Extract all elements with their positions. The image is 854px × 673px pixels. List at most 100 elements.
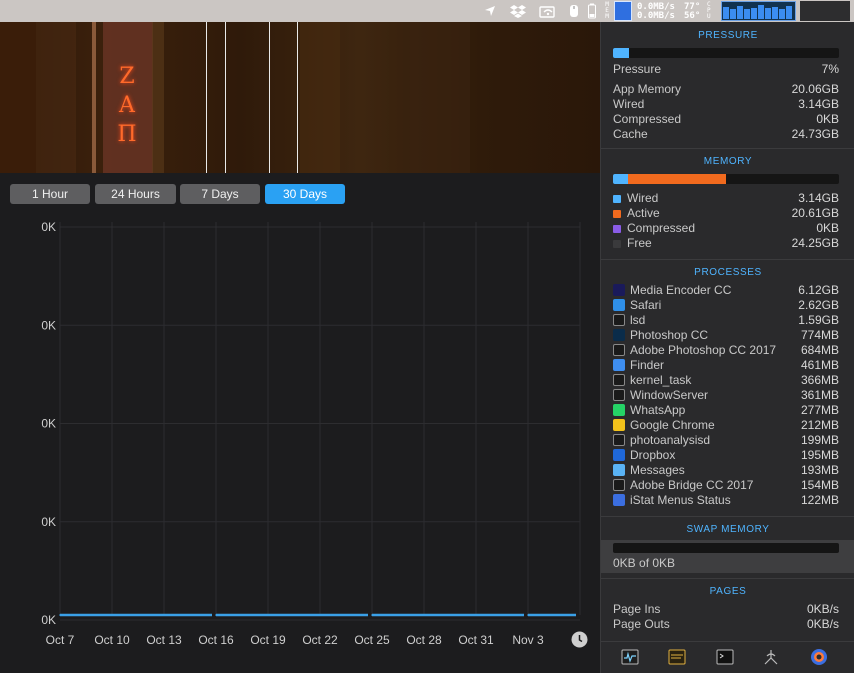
legend-swatch bbox=[613, 195, 621, 203]
cpu-graph[interactable] bbox=[721, 1, 796, 21]
process-memory: 212MB bbox=[800, 418, 839, 432]
neon-glyph: A bbox=[119, 93, 135, 118]
network-utility-icon[interactable] bbox=[762, 648, 780, 666]
data-point bbox=[163, 614, 165, 616]
process-row[interactable]: Media Encoder CC 6.12GB bbox=[613, 283, 839, 298]
temperature-2: 56° bbox=[684, 11, 701, 21]
network-download: 0.0MB/s bbox=[637, 11, 675, 21]
clock-icon[interactable] bbox=[571, 631, 588, 648]
process-memory: 6.12GB bbox=[798, 283, 839, 297]
pages-row: Page Ins 0KB/s bbox=[613, 602, 839, 617]
process-name: Dropbox bbox=[630, 448, 676, 462]
process-name: WindowServer bbox=[630, 388, 709, 402]
process-memory: 122MB bbox=[800, 493, 839, 507]
process-row[interactable]: Adobe Bridge CC 2017 154MB bbox=[613, 478, 839, 493]
network-speed[interactable]: 0.0MB/s 0.0MB/s bbox=[637, 3, 675, 21]
range-24-hours-button[interactable]: 24 Hours bbox=[95, 184, 176, 204]
memory-row-label: Active bbox=[627, 206, 660, 220]
cpu-core-bar bbox=[744, 9, 750, 19]
pressure-row-value: 3.14GB bbox=[798, 97, 839, 111]
memory-title: MEMORY bbox=[703, 156, 753, 167]
dropbox-icon[interactable] bbox=[508, 0, 528, 22]
process-name: Media Encoder CC bbox=[630, 283, 732, 297]
x-tick-label: Oct 7 bbox=[46, 633, 75, 647]
range-1-hour-button[interactable]: 1 Hour bbox=[10, 184, 90, 204]
process-row[interactable]: iStat Menus Status 122MB bbox=[613, 493, 839, 508]
process-row[interactable]: lsd 1.59GB bbox=[613, 313, 839, 328]
swap-usage-text: 0KB of 0KB bbox=[613, 556, 676, 570]
range-30-days-button[interactable]: 30 Days bbox=[265, 184, 345, 204]
process-memory: 774MB bbox=[800, 328, 839, 342]
cpu-core-bar bbox=[758, 5, 764, 19]
process-name: photoanalysisd bbox=[630, 433, 711, 447]
process-row[interactable]: Photoshop CC 774MB bbox=[613, 328, 839, 343]
pages-row-value: 0KB/s bbox=[806, 602, 839, 616]
data-point bbox=[111, 614, 113, 616]
cpu-core-bar bbox=[772, 7, 778, 19]
console-icon[interactable] bbox=[668, 648, 686, 666]
data-point bbox=[475, 614, 477, 616]
process-name: Messages bbox=[630, 463, 685, 477]
mouse-battery-icon[interactable] bbox=[566, 0, 582, 22]
swap-section: 0KB of 0KB bbox=[601, 540, 854, 573]
terminal-icon[interactable] bbox=[716, 648, 734, 666]
cpu-core-bar bbox=[779, 9, 785, 19]
process-row[interactable]: Finder 461MB bbox=[613, 358, 839, 373]
memory-row: Compressed 0KB bbox=[613, 221, 839, 236]
terminal-icon bbox=[613, 344, 625, 356]
legend-swatch bbox=[613, 225, 621, 233]
memory-row-label: Wired bbox=[627, 191, 659, 205]
battery-icon[interactable] bbox=[586, 0, 598, 22]
process-row[interactable]: WhatsApp 277MB bbox=[613, 403, 839, 418]
cpu-core-bar bbox=[737, 6, 743, 19]
terminal-icon bbox=[613, 389, 625, 401]
location-arrow-icon[interactable] bbox=[482, 0, 498, 22]
process-memory: 195MB bbox=[800, 448, 839, 462]
process-memory: 277MB bbox=[800, 403, 839, 417]
range-7-days-button[interactable]: 7 Days bbox=[180, 184, 260, 204]
istat-icon bbox=[613, 494, 625, 506]
memory-meter[interactable] bbox=[614, 1, 632, 21]
process-memory: 461MB bbox=[800, 358, 839, 372]
x-tick-label: Oct 25 bbox=[354, 633, 390, 647]
terminal-icon bbox=[613, 434, 625, 446]
process-row[interactable]: WindowServer 361MB bbox=[613, 388, 839, 403]
process-memory: 1.59GB bbox=[798, 313, 839, 327]
process-row[interactable]: Messages 193MB bbox=[613, 463, 839, 478]
wifi-icon[interactable] bbox=[538, 0, 558, 22]
cpu-label: C P U bbox=[707, 1, 711, 20]
process-name: lsd bbox=[630, 313, 646, 327]
process-row[interactable]: kernel_task 366MB bbox=[613, 373, 839, 388]
data-point bbox=[59, 614, 61, 616]
cpu-core-bar bbox=[723, 7, 729, 19]
process-row[interactable]: Dropbox 195MB bbox=[613, 448, 839, 463]
process-row[interactable]: photoanalysisd 199MB bbox=[613, 433, 839, 448]
menubar-extra[interactable] bbox=[800, 1, 850, 21]
temperature-readout[interactable]: 77° 56° bbox=[684, 3, 700, 21]
istat-icon[interactable] bbox=[810, 648, 828, 666]
swap-bar bbox=[613, 543, 839, 553]
process-name: Adobe Bridge CC 2017 bbox=[630, 478, 754, 492]
process-name: kernel_task bbox=[630, 373, 692, 387]
memory-row: Free 24.25GB bbox=[613, 236, 839, 251]
process-row[interactable]: Adobe Photoshop CC 2017 684MB bbox=[613, 343, 839, 358]
x-tick-label: Oct 28 bbox=[406, 633, 442, 647]
process-row[interactable]: Google Chrome 212MB bbox=[613, 418, 839, 433]
process-row[interactable]: Safari 2.62GB bbox=[613, 298, 839, 313]
activity-monitor-icon[interactable] bbox=[621, 648, 639, 666]
terminal-icon bbox=[613, 374, 625, 386]
finder-icon bbox=[613, 359, 625, 371]
data-point bbox=[267, 614, 269, 616]
memory-row-value: 0KB bbox=[816, 221, 839, 235]
panel-footer bbox=[601, 641, 854, 673]
chrome-icon bbox=[613, 419, 625, 431]
process-memory: 366MB bbox=[800, 373, 839, 387]
pressure-row: Wired 3.14GB bbox=[613, 97, 839, 112]
pages-row: Page Outs 0KB/s bbox=[613, 617, 839, 632]
pages-row-label: Page Outs bbox=[613, 617, 670, 631]
pressure-row: Cache 24.73GB bbox=[613, 127, 839, 142]
pages-row-value: 0KB/s bbox=[806, 617, 839, 631]
pressure-row-label: Pressure bbox=[613, 62, 662, 76]
y-tick-label: 0K bbox=[41, 318, 56, 332]
pressure-row: Compressed 0KB bbox=[613, 112, 839, 127]
